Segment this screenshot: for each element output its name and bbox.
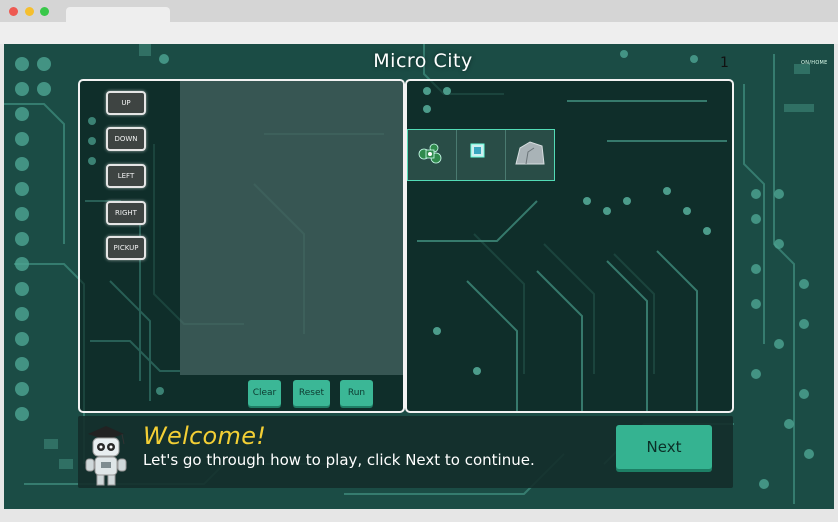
- rock-obstacle-icon: [515, 141, 545, 165]
- minimize-window-icon[interactable]: [25, 7, 34, 16]
- home-tag[interactable]: ON/HOME: [801, 60, 828, 66]
- close-window-icon[interactable]: [9, 7, 18, 16]
- next-button[interactable]: Next: [616, 425, 712, 469]
- browser-window: Micro City 1 ON/HOME UP DOWN LEFT RIGHT …: [0, 0, 838, 522]
- browser-titlebar: [0, 0, 838, 22]
- map-cell-rock: [506, 130, 554, 180]
- map-grid: [407, 129, 555, 181]
- reset-button[interactable]: Reset: [293, 380, 330, 406]
- graduate-robot-icon: [85, 426, 127, 486]
- level-number: 1: [720, 55, 729, 71]
- chip-item-icon: [470, 143, 485, 158]
- tutorial-dialog: Welcome! Let's go through how to play, c…: [78, 416, 733, 488]
- command-pickup-button[interactable]: PICKUP: [106, 236, 146, 260]
- program-panel: UP DOWN LEFT RIGHT PICKUP Clear Reset Ru…: [78, 79, 405, 413]
- dialog-message: Let's go through how to play, click Next…: [143, 451, 535, 469]
- browser-toolbar: [0, 22, 838, 44]
- command-left-button[interactable]: LEFT: [106, 164, 146, 188]
- map-cell-chip: [457, 130, 506, 180]
- dialog-heading: Welcome!: [143, 422, 267, 450]
- command-right-button[interactable]: RIGHT: [106, 201, 146, 225]
- run-button[interactable]: Run: [340, 380, 373, 406]
- map-panel: [405, 79, 734, 413]
- robot-sprite-icon: [418, 143, 442, 164]
- maximize-window-icon[interactable]: [40, 7, 49, 16]
- program-drop-area[interactable]: [180, 81, 403, 375]
- game-title: Micro City: [373, 50, 473, 72]
- browser-tab[interactable]: [66, 7, 170, 22]
- clear-button[interactable]: Clear: [248, 380, 281, 406]
- command-up-button[interactable]: UP: [106, 91, 146, 115]
- command-down-button[interactable]: DOWN: [106, 127, 146, 151]
- map-cell-robot: [408, 130, 457, 180]
- game-canvas: Micro City 1 ON/HOME UP DOWN LEFT RIGHT …: [4, 44, 834, 509]
